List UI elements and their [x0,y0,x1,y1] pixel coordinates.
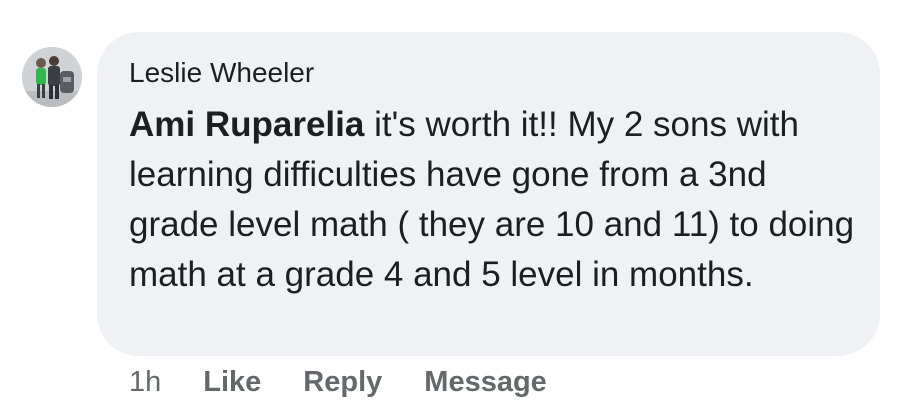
avatar[interactable] [22,47,82,107]
reply-button[interactable]: Reply [303,366,382,399]
comment-author-name[interactable]: Leslie Wheeler [129,57,314,89]
comment-timestamp[interactable]: 1h [129,366,161,399]
comment-bubble: Leslie Wheeler Ami Ruparelia it's worth … [97,32,880,356]
comment-actions: 1h Like Reply Message [129,362,547,402]
user-photo-avatar [22,47,82,107]
message-button[interactable]: Message [424,366,547,399]
comment-body: Ami Ruparelia it's worth it!! My 2 sons … [129,100,864,300]
mention-tag[interactable]: Ami Ruparelia [129,105,364,144]
like-button[interactable]: Like [203,366,261,399]
